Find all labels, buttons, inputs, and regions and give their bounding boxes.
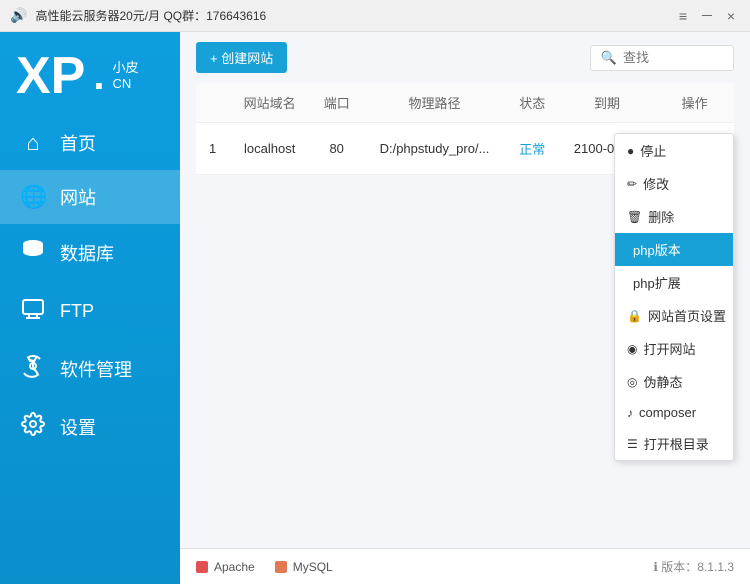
dropdown-phpversion[interactable]: php版本 <box>615 233 733 266</box>
titlebar: 🔊 高性能云服务器20元/月 QQ群：176643616 ≡ － × <box>0 0 750 32</box>
menu-btn[interactable]: ≡ <box>674 7 692 25</box>
col-num <box>196 83 229 123</box>
database-icon <box>20 238 46 268</box>
ftp-label: FTP <box>60 301 94 322</box>
version-label: 版本：8.1.1.3 <box>661 560 734 574</box>
home-icon: ⌂ <box>20 130 46 156</box>
composer-icon: ♪ <box>627 406 633 420</box>
database-label: 数据库 <box>60 240 114 266</box>
mysql-status: MySQL <box>275 560 333 574</box>
homepage-label: 网站首页设置 <box>648 306 726 325</box>
sidebar-item-ftp[interactable]: FTP <box>0 282 180 340</box>
opendir-label: 打开根目录 <box>644 434 709 453</box>
mysql-label: MySQL <box>293 560 333 574</box>
apache-dot <box>196 561 208 573</box>
pseudo-icon: ◎ <box>627 375 637 389</box>
cell-num: 1 <box>196 123 229 175</box>
website-icon: 🌐 <box>20 184 46 210</box>
dropdown-modify[interactable]: ✏ 修改 <box>615 167 733 200</box>
delete-label: 删除 <box>648 207 674 226</box>
sidebar-item-database[interactable]: 数据库 <box>0 224 180 282</box>
sidebar-item-home[interactable]: ⌂ 首页 <box>0 116 180 170</box>
homepage-icon: 🔒 <box>627 309 642 323</box>
website-label: 网站 <box>60 184 96 210</box>
cell-path: D:/phpstudy_pro/... <box>363 123 505 175</box>
close-btn[interactable]: × <box>722 7 740 25</box>
settings-label: 设置 <box>60 414 96 440</box>
main-layout: XP . 小皮 CN ⌂ 首页 🌐 网站 数据库 FTP <box>0 32 750 584</box>
window-controls: ≡ － × <box>674 7 740 25</box>
col-status: 状态 <box>506 83 559 123</box>
col-domain: 网站域名 <box>229 83 310 123</box>
version-icon: ℹ <box>653 560 658 574</box>
dropdown-stop[interactable]: ● 停止 <box>615 134 733 167</box>
dropdown-phpext[interactable]: php扩展 <box>615 266 733 299</box>
software-icon <box>20 354 46 384</box>
ftp-icon <box>20 296 46 326</box>
pseudo-label: 伪静态 <box>643 372 682 391</box>
cell-domain: localhost <box>229 123 310 175</box>
toolbar: + 创建网站 🔍 <box>180 32 750 83</box>
content-area: + 创建网站 🔍 网站域名 端口 物理路径 状态 到期 操作 <box>180 32 750 584</box>
logo-cn-text: CN <box>113 76 132 92</box>
stop-icon: ● <box>627 144 634 158</box>
search-box: 🔍 <box>590 45 734 71</box>
titlebar-text: 高性能云服务器20元/月 QQ群：176643616 <box>35 7 674 24</box>
logo-small-text: 小皮 <box>113 60 139 76</box>
col-expire: 到期 <box>559 83 655 123</box>
software-label: 软件管理 <box>60 356 132 382</box>
col-path: 物理路径 <box>363 83 505 123</box>
dropdown-delete[interactable]: 🗑 删除 <box>615 200 733 233</box>
col-action: 操作 <box>655 83 734 123</box>
search-icon: 🔍 <box>601 50 617 66</box>
apache-label: Apache <box>214 560 255 574</box>
apache-status: Apache <box>196 560 255 574</box>
sidebar-item-software[interactable]: 软件管理 <box>0 340 180 398</box>
sidebar-item-settings[interactable]: 设置 <box>0 398 180 456</box>
version-info: ℹ 版本：8.1.1.3 <box>653 558 734 575</box>
sidebar-item-website[interactable]: 🌐 网站 <box>0 170 180 224</box>
dropdown-pseudo[interactable]: ◎ 伪静态 <box>615 365 733 398</box>
search-input[interactable] <box>623 50 723 65</box>
dropdown-menu: ● 停止 ✏ 修改 🗑 删除 php版本 php扩展 <box>614 133 734 461</box>
composer-label: composer <box>639 405 696 420</box>
sidebar: XP . 小皮 CN ⌂ 首页 🌐 网站 数据库 FTP <box>0 32 180 584</box>
dropdown-opendir[interactable]: ☰ 打开根目录 <box>615 427 733 460</box>
modify-label: 修改 <box>643 174 669 193</box>
cell-status: 正常 <box>506 123 559 175</box>
table-wrap: 网站域名 端口 物理路径 状态 到期 操作 1 localhost 80 D:/… <box>180 83 750 548</box>
dropdown-opensite[interactable]: ◉ 打开网站 <box>615 332 733 365</box>
phpversion-label: php版本 <box>633 240 681 259</box>
logo-dot: . <box>93 56 104 96</box>
col-port: 端口 <box>310 83 363 123</box>
logo-xp: XP <box>16 50 85 102</box>
opensite-icon: ◉ <box>627 342 637 356</box>
home-label: 首页 <box>60 130 96 156</box>
cell-port: 80 <box>310 123 363 175</box>
phpext-label: php扩展 <box>633 273 681 292</box>
opensite-label: 打开网站 <box>643 339 695 358</box>
delete-icon: 🗑 <box>627 210 642 224</box>
logo-cn-wrap: 小皮 CN <box>113 60 139 91</box>
logo-area: XP . 小皮 CN <box>0 32 180 116</box>
dropdown-composer[interactable]: ♪ composer <box>615 398 733 427</box>
statusbar: Apache MySQL ℹ 版本：8.1.1.3 <box>180 548 750 584</box>
settings-icon <box>20 412 46 442</box>
opendir-icon: ☰ <box>627 437 638 451</box>
dropdown-homepage[interactable]: 🔒 网站首页设置 <box>615 299 733 332</box>
table-header-row: 网站域名 端口 物理路径 状态 到期 操作 <box>196 83 734 123</box>
create-website-button[interactable]: + 创建网站 <box>196 42 287 73</box>
speaker-icon: 🔊 <box>10 7 27 24</box>
mysql-dot <box>275 561 287 573</box>
minimize-btn[interactable]: － <box>698 7 716 25</box>
modify-icon: ✏ <box>627 177 637 191</box>
stop-label: 停止 <box>640 141 666 160</box>
